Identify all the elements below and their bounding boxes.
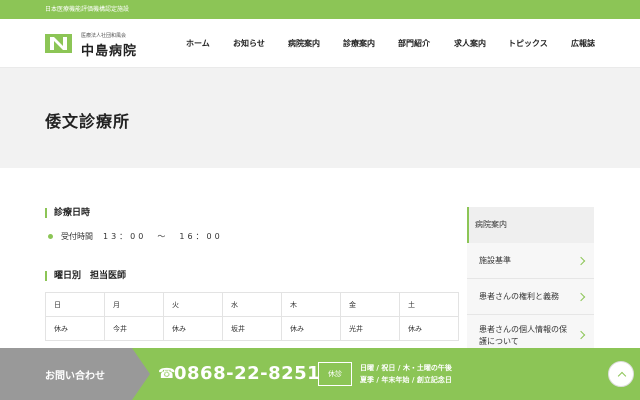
scroll-to-top-button[interactable] [608, 361, 634, 387]
site-header: 医療法人社団和風会 中島病院 ホーム お知らせ 病院案内 診療案内 部門紹介 求… [0, 19, 640, 68]
top-banner: 日本医療機能評価機構認定施設 [0, 0, 640, 19]
chevron-right-icon [576, 292, 586, 301]
day-header: 火 [163, 292, 223, 317]
nav-topics[interactable]: トピックス [508, 38, 548, 49]
doctor-cell: 休み [45, 316, 105, 341]
phone-icon: ☎ [158, 366, 176, 382]
doctor-cell: 休み [281, 316, 341, 341]
doctor-cell: 今井 [104, 316, 164, 341]
page-title: 倭文診療所 [45, 112, 131, 131]
logo-icon[interactable] [45, 34, 72, 53]
chevron-right-icon [576, 256, 586, 265]
sidebar-item-label: 患者さんの個人情報の保護について [479, 325, 567, 346]
doctor-cell: 坂井 [222, 316, 282, 341]
nav-recruitment[interactable]: 求人案内 [454, 38, 486, 49]
reception-label: 受付時間 [61, 232, 93, 241]
doctor-schedule-table: 日 月 火 水 木 金 土 休み 今井 休み 坂井 休み 光井 休み [45, 292, 459, 341]
chevron-up-icon [617, 371, 627, 381]
sidebar-item-facility-standards[interactable]: 施設基準 [467, 243, 594, 279]
phone-number[interactable]: 0868-22-8251 [174, 363, 320, 384]
closed-days-line-1: 日曜 / 祝日 / 木・土曜の午後 [360, 364, 452, 372]
closed-days: 日曜 / 祝日 / 木・土曜の午後 夏季 / 年末年始 / 創立記念日 [360, 362, 452, 386]
doctor-cell: 休み [399, 316, 459, 341]
day-header: 月 [104, 292, 164, 317]
nav-newsletter[interactable]: 広報誌 [571, 38, 595, 49]
closed-days-line-2: 夏季 / 年末年始 / 創立記念日 [360, 376, 452, 384]
sidebar-item-label: 患者さんの権利と義務 [479, 292, 559, 301]
schedule-section-title: 曜日別 担当医師 [45, 271, 126, 281]
sidebar-item-patient-rights[interactable]: 患者さんの権利と義務 [467, 279, 594, 315]
doctor-cell: 休み [163, 316, 223, 341]
sidebar-item-label: 施設基準 [479, 256, 511, 265]
sidebar-heading[interactable]: 病院案内 [467, 207, 594, 243]
nav-news[interactable]: お知らせ [233, 38, 265, 49]
nav-home[interactable]: ホーム [186, 38, 210, 49]
nav-hospital-guide[interactable]: 病院案内 [288, 38, 320, 49]
reception-time: 13：00 〜 16：00 [103, 232, 223, 241]
day-header: 金 [340, 292, 400, 317]
page-hero: 倭文診療所 [0, 68, 640, 168]
table-row: 日 月 火 水 木 金 土 [45, 292, 459, 317]
logo-subtitle: 医療法人社団和風会 [81, 33, 127, 39]
hours-section-title: 診療日時 [45, 208, 90, 218]
contact-label: お問い合わせ [45, 371, 105, 382]
day-header: 日 [45, 292, 105, 317]
reception-hours: 受付時間 13：00 〜 16：00 [48, 231, 223, 242]
closed-label: 休診 [318, 362, 352, 386]
logo-name[interactable]: 中島病院 [81, 40, 137, 59]
day-header: 土 [399, 292, 459, 317]
day-header: 木 [281, 292, 341, 317]
nav-departments[interactable]: 部門紹介 [398, 38, 430, 49]
contact-footer: お問い合わせ ☎ 0868-22-8251 休診 日曜 / 祝日 / 木・土曜の… [0, 348, 640, 400]
day-header: 水 [222, 292, 282, 317]
nav-medical-guide[interactable]: 診療案内 [343, 38, 375, 49]
bullet-icon [48, 234, 53, 239]
table-row: 休み 今井 休み 坂井 休み 光井 休み [45, 316, 459, 341]
doctor-cell: 光井 [340, 316, 400, 341]
chevron-right-icon [576, 330, 586, 339]
